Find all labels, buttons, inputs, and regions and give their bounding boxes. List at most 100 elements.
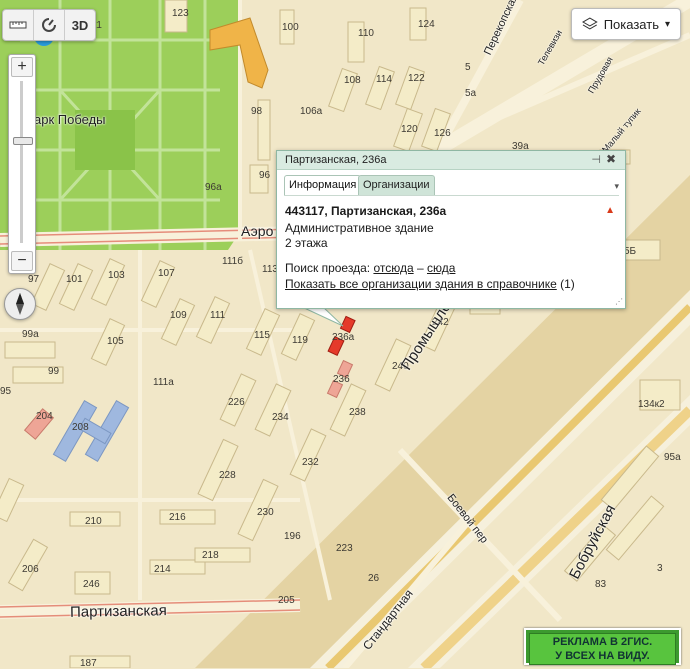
ad-inner: РЕКЛАМА В 2ГИС. У ВСЕХ НА ВИДУ. <box>529 633 676 665</box>
house-label: 103 <box>108 270 125 281</box>
popup-tabs: Информация Организации ▾ <box>284 175 619 196</box>
house-label: 210 <box>85 516 102 527</box>
house-label: 106а <box>300 106 323 117</box>
layers-icon <box>582 17 598 30</box>
all-orgs-link[interactable]: Показать все организации здания в справо… <box>285 277 557 291</box>
mode-3d-button[interactable]: 3D <box>65 10 95 40</box>
building-popup: Партизанская, 236а ⊣ ✖ Информация Органи… <box>276 150 626 309</box>
house-label: 230 <box>257 507 274 518</box>
house-label: 214 <box>154 564 171 575</box>
house-label: 232 <box>302 457 319 468</box>
house-label: 216 <box>169 512 186 523</box>
house-label: 97 <box>28 274 40 285</box>
house-label: 206 <box>22 564 39 575</box>
house-label: 208 <box>72 422 89 433</box>
house-label: 111а <box>153 377 174 388</box>
zoom-in-button[interactable]: + <box>11 57 33 77</box>
zoom-track[interactable] <box>20 81 23 243</box>
house-label: 95 <box>0 386 12 397</box>
ruler-icon <box>9 21 27 29</box>
route-from-link[interactable]: отсюда <box>373 261 413 275</box>
house-label: 99а <box>22 329 39 340</box>
house-label: 124 <box>418 19 435 30</box>
show-layers-button[interactable]: Показать ▾ <box>571 8 681 40</box>
house-label: 246 <box>83 579 100 590</box>
house-label: 236а <box>332 332 355 343</box>
house-label: 111 <box>210 310 226 321</box>
house-label: 5а <box>465 88 477 99</box>
house-label: 5 <box>465 62 471 73</box>
house-label: 119 <box>292 335 308 346</box>
house-label: 105 <box>107 336 124 347</box>
popup-title: Партизанская, 236а <box>285 154 387 166</box>
house-label: 223 <box>336 543 353 554</box>
route-search: Поиск проезда: отсюда – сюда <box>285 261 455 275</box>
compass-icon <box>16 293 24 315</box>
tab-information[interactable]: Информация <box>284 175 362 195</box>
all-orgs-row: Показать все организации здания в справо… <box>285 277 575 291</box>
house-label: 98 <box>251 106 263 117</box>
house-label: 99 <box>48 366 60 377</box>
house-label: 3 <box>657 563 663 574</box>
traffic-button[interactable] <box>34 10 65 40</box>
popup-header: Партизанская, 236а ⊣ ✖ <box>277 151 625 170</box>
house-label: 95а <box>664 452 681 463</box>
zoom-slider-handle[interactable] <box>13 137 33 145</box>
ad-banner[interactable]: РЕКЛАМА В 2ГИС. У ВСЕХ НА ВИДУ. <box>524 628 681 665</box>
tab-organizations[interactable]: Организации <box>358 175 435 195</box>
route-to-link[interactable]: сюда <box>427 261 455 275</box>
compass-button[interactable] <box>4 288 36 320</box>
route-dash: – <box>416 261 424 275</box>
house-label: 196 <box>284 531 301 542</box>
street-label-park: арк Победы <box>34 112 106 127</box>
ad-line-2: У ВСЕХ НА ВИДУ. <box>555 650 650 662</box>
zoom-control: + − <box>8 54 36 274</box>
house-label: 120 <box>401 124 418 135</box>
street-label-aero: Аэро <box>241 223 274 239</box>
house-label: 96а <box>205 182 222 193</box>
traffic-icon <box>42 18 56 32</box>
house-label: 107 <box>158 268 175 279</box>
house-label: 236 <box>333 374 350 385</box>
house-label: 126 <box>434 128 451 139</box>
house-label: 123 <box>172 8 189 19</box>
house-label: 101 <box>66 274 83 285</box>
chevron-down-icon: ▾ <box>664 18 670 30</box>
house-label: 111б <box>222 256 243 267</box>
house-label: 226 <box>228 397 245 408</box>
house-label: 96 <box>259 170 271 181</box>
all-orgs-count: (1) <box>560 277 575 291</box>
house-label: 114 <box>376 74 392 85</box>
ad-line-1: РЕКЛАМА В 2ГИС. <box>552 636 653 648</box>
house-label: 187 <box>80 658 97 669</box>
resize-grip-icon[interactable]: ⋰ <box>615 297 623 306</box>
map-toolbar: 3D <box>2 9 96 41</box>
warning-icon[interactable]: ▲ <box>605 205 615 216</box>
show-layers-label: Показать <box>603 16 659 32</box>
house-label: 109 <box>170 310 187 321</box>
house-label: 218 <box>202 550 219 561</box>
house-label: 115 <box>254 330 270 341</box>
house-label: 108 <box>344 75 361 86</box>
route-prefix: Поиск проезда: <box>285 261 371 275</box>
house-label: 83 <box>595 579 607 590</box>
house-label: 110 <box>358 28 374 39</box>
house-label: 26 <box>368 573 380 584</box>
house-label: 228 <box>219 470 236 481</box>
house-label: 234 <box>272 412 289 423</box>
house-label: 122 <box>408 73 425 84</box>
zoom-out-button[interactable]: − <box>11 251 33 271</box>
pin-icon[interactable]: ⊣ <box>591 153 601 166</box>
house-label: 100 <box>282 22 299 33</box>
house-label: 205 <box>278 595 295 606</box>
close-icon[interactable]: ✖ <box>606 152 616 166</box>
street-label-partizanskaya: Партизанская <box>69 602 167 621</box>
house-label: 134к2 <box>638 399 665 410</box>
house-label: 204 <box>36 411 53 422</box>
building-floors: 2 этажа <box>285 236 328 250</box>
tabs-menu-icon[interactable]: ▾ <box>614 181 619 192</box>
ruler-button[interactable] <box>3 10 34 40</box>
house-label: 238 <box>349 407 366 418</box>
building-address: 443117, Партизанская, 236а <box>285 204 447 218</box>
building-type: Административное здание <box>285 221 434 235</box>
